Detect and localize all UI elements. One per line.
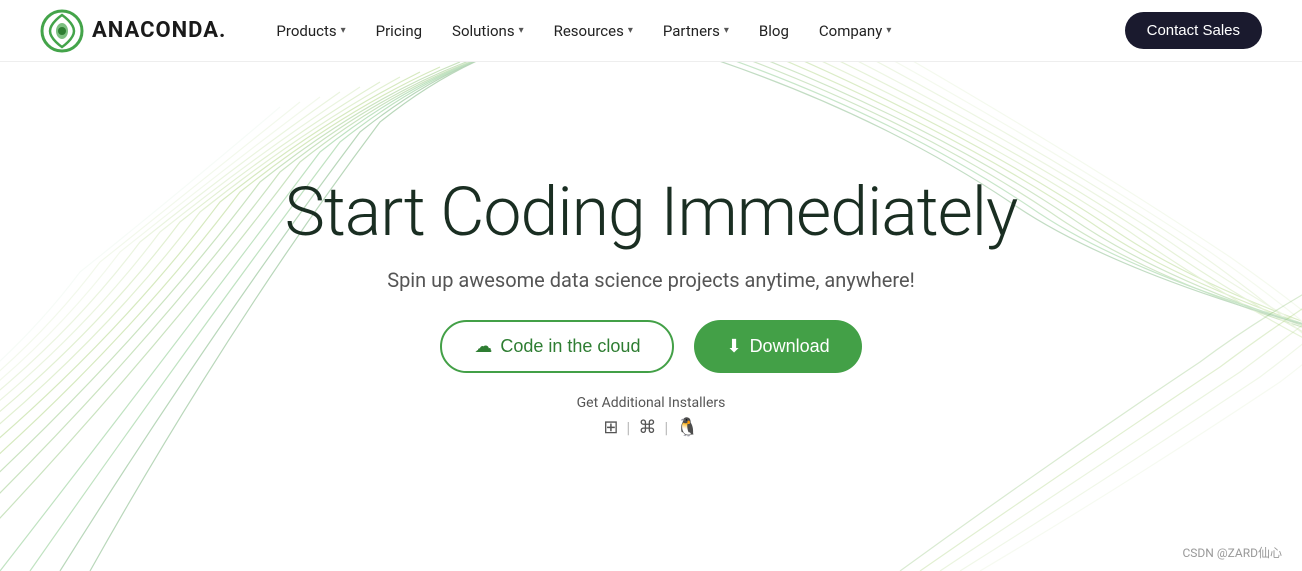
anaconda-logo-icon	[40, 9, 84, 53]
hero-title: Start Coding Immediately	[285, 175, 1018, 250]
hero-content: Start Coding Immediately Spin up awesome…	[285, 175, 1018, 438]
chevron-down-icon: ▾	[628, 25, 633, 36]
nav-links: Products ▾ Pricing Solutions ▾ Resources…	[262, 14, 1124, 48]
separator-1: |	[626, 418, 630, 437]
cloud-icon: ☁	[474, 336, 492, 357]
nav-item-blog[interactable]: Blog	[745, 14, 803, 48]
contact-sales-button[interactable]: Contact Sales	[1125, 12, 1262, 49]
download-icon: ⬇	[726, 336, 741, 357]
logo[interactable]: ANACONDA.	[40, 9, 226, 53]
windows-icon[interactable]: ⊞	[603, 417, 618, 438]
hero-buttons: ☁ Code in the cloud ⬇ Download	[440, 320, 861, 373]
nav-item-company[interactable]: Company ▾	[805, 14, 905, 48]
chevron-down-icon: ▾	[886, 25, 891, 36]
logo-text: ANACONDA.	[92, 18, 226, 43]
nav-item-pricing[interactable]: Pricing	[362, 14, 436, 48]
nav-item-partners[interactable]: Partners ▾	[649, 14, 743, 48]
download-button[interactable]: ⬇ Download	[694, 320, 861, 373]
chevron-down-icon: ▾	[341, 25, 346, 36]
hero-subtitle: Spin up awesome data science projects an…	[387, 268, 915, 292]
hero-section: Start Coding Immediately Spin up awesome…	[0, 62, 1302, 571]
additional-installers: Get Additional Installers ⊞ | ⌘ | 🐧	[577, 395, 726, 438]
linux-icon[interactable]: 🐧	[676, 417, 698, 438]
navbar: ANACONDA. Products ▾ Pricing Solutions ▾…	[0, 0, 1302, 62]
nav-item-products[interactable]: Products ▾	[262, 14, 359, 48]
apple-icon[interactable]: ⌘	[638, 417, 656, 438]
installer-icons: ⊞ | ⌘ | 🐧	[603, 417, 698, 438]
nav-item-resources[interactable]: Resources ▾	[540, 14, 647, 48]
separator-2: |	[664, 418, 668, 437]
code-in-cloud-button[interactable]: ☁ Code in the cloud	[440, 320, 674, 373]
additional-installers-label: Get Additional Installers	[577, 395, 726, 411]
chevron-down-icon: ▾	[724, 25, 729, 36]
chevron-down-icon: ▾	[519, 25, 524, 36]
watermark: CSDN @ZARD仙心	[1183, 544, 1283, 561]
nav-item-solutions[interactable]: Solutions ▾	[438, 14, 538, 48]
